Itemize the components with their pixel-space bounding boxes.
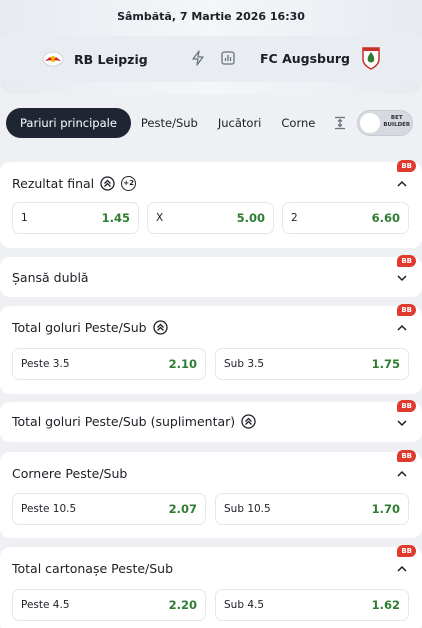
market-title-row[interactable]: Rezultat final +2 [12, 176, 137, 191]
away-team-name: FC Augsburg [260, 50, 350, 66]
bet-builder-line1: BET [390, 115, 403, 121]
boost-icon [152, 320, 168, 335]
outcome-label: Sub 4.5 [224, 599, 265, 611]
outcome-label: Peste 3.5 [21, 358, 70, 370]
market-tabs: Pariuri principale Peste/Sub Jucători Co… [6, 104, 416, 142]
outcome-odds: 1.75 [371, 357, 400, 371]
odd-button-under[interactable]: Sub 4.5 1.62 [215, 589, 409, 621]
market-sansa-dubla[interactable]: BB Șansă dublă [0, 255, 422, 297]
tab-peste-sub[interactable]: Peste/Sub [131, 108, 208, 138]
bet-builder-badge: BB [397, 160, 416, 172]
outcome-odds: 1.45 [101, 211, 130, 225]
rb-leipzig-crest-icon [42, 51, 64, 67]
outcome-label: X [156, 212, 164, 224]
home-team-name: RB Leipzig [74, 51, 148, 67]
market-title: Șansă dublă [12, 270, 89, 285]
market-total-cartonase: BB Total cartonașe Peste/Sub Peste 4.5 2… [0, 545, 422, 628]
bet-builder-label: BET BUILDER [383, 115, 410, 129]
chevron-up-icon[interactable] [396, 468, 408, 480]
market-title: Total cartonașe Peste/Sub [12, 561, 174, 576]
boost-icon [241, 414, 256, 429]
odd-button-under[interactable]: Sub 3.5 1.75 [215, 348, 409, 380]
market-title: Cornere Peste/Sub [12, 466, 128, 481]
outcome-label: Peste 10.5 [21, 503, 77, 515]
market-total-goluri: BB Total goluri Peste/Sub Peste 3.5 2.10… [0, 304, 422, 394]
outcome-label: Sub 3.5 [224, 358, 265, 370]
outcome-odds: 6.60 [371, 211, 400, 225]
odd-button-away[interactable]: 2 6.60 [282, 202, 409, 234]
chevron-down-icon[interactable] [396, 272, 408, 284]
bet-builder-badge: BB [397, 545, 416, 557]
tab-jucatori[interactable]: Jucători [208, 108, 272, 138]
lightning-icon[interactable] [190, 50, 206, 66]
tab-corne[interactable]: Corne [271, 108, 325, 138]
market-title-row[interactable]: Cornere Peste/Sub [12, 466, 127, 481]
bet-builder-toggle[interactable]: BET BUILDER [357, 110, 414, 136]
chevron-down-icon[interactable] [396, 417, 408, 429]
odd-button-over[interactable]: Peste 3.5 2.10 [12, 348, 206, 380]
market-title: Total goluri Peste/Sub (suplimentar) [12, 414, 236, 429]
chevron-up-icon[interactable] [396, 563, 408, 575]
bet-builder-badge: BB [397, 304, 416, 316]
extra-count-badge: +2 [121, 176, 137, 191]
odd-button-draw[interactable]: X 5.00 [147, 202, 274, 234]
bet-builder-badge: BB [397, 255, 416, 267]
outcome-odds: 1.62 [371, 598, 400, 612]
chevron-up-icon[interactable] [396, 178, 408, 190]
tab-pariuri-principale[interactable]: Pariuri principale [6, 108, 131, 138]
match-date: Sâmbătă, 7 Martie 2026 16:30 [117, 10, 305, 23]
bet-builder-badge: BB [397, 400, 416, 412]
sort-icon[interactable] [333, 116, 347, 130]
odd-button-over[interactable]: Peste 4.5 2.20 [12, 589, 206, 621]
fc-augsburg-crest-icon [362, 47, 380, 70]
boost-icon [100, 176, 115, 191]
market-rezultat-final: BB Rezultat final +2 1 1.45 X 5.00 2 6.6… [0, 160, 422, 248]
teams-bar: RB Leipzig FC Augsburg [0, 36, 422, 82]
market-title: Total goluri Peste/Sub [12, 320, 147, 335]
odd-button-home[interactable]: 1 1.45 [12, 202, 139, 234]
match-header: Sâmbătă, 7 Martie 2026 16:30 RB Leipzig [0, 0, 422, 94]
outcome-odds: 1.70 [371, 502, 400, 516]
market-title: Rezultat final [12, 176, 95, 191]
outcome-label: Peste 4.5 [21, 599, 70, 611]
away-team[interactable]: FC Augsburg [260, 46, 382, 70]
bet-builder-line2: BUILDER [383, 122, 411, 128]
market-title-row[interactable]: Total cartonașe Peste/Sub [12, 561, 173, 576]
toggle-knob [360, 113, 381, 133]
outcome-odds: 5.00 [236, 211, 265, 225]
odd-button-under[interactable]: Sub 10.5 1.70 [215, 493, 409, 525]
outcome-odds: 2.10 [168, 357, 197, 371]
bet-builder-badge: BB [397, 450, 416, 462]
market-total-goluri-suplimentar[interactable]: BB Total goluri Peste/Sub (suplimentar) [0, 400, 422, 442]
odd-button-over[interactable]: Peste 10.5 2.07 [12, 493, 206, 525]
home-team[interactable]: RB Leipzig [42, 48, 148, 70]
outcome-label: 2 [291, 212, 298, 224]
market-title-row[interactable]: Șansă dublă [12, 270, 89, 285]
stats-icon[interactable] [220, 50, 236, 66]
outcome-label: 1 [21, 212, 28, 224]
market-title-row[interactable]: Total goluri Peste/Sub (suplimentar) [12, 414, 256, 429]
market-title-row[interactable]: Total goluri Peste/Sub [12, 320, 168, 335]
outcome-odds: 2.07 [168, 502, 197, 516]
chevron-up-icon[interactable] [396, 322, 408, 334]
market-cornere: BB Cornere Peste/Sub Peste 10.5 2.07 Sub… [0, 450, 422, 538]
outcome-odds: 2.20 [168, 598, 197, 612]
outcome-label: Sub 10.5 [224, 503, 271, 515]
